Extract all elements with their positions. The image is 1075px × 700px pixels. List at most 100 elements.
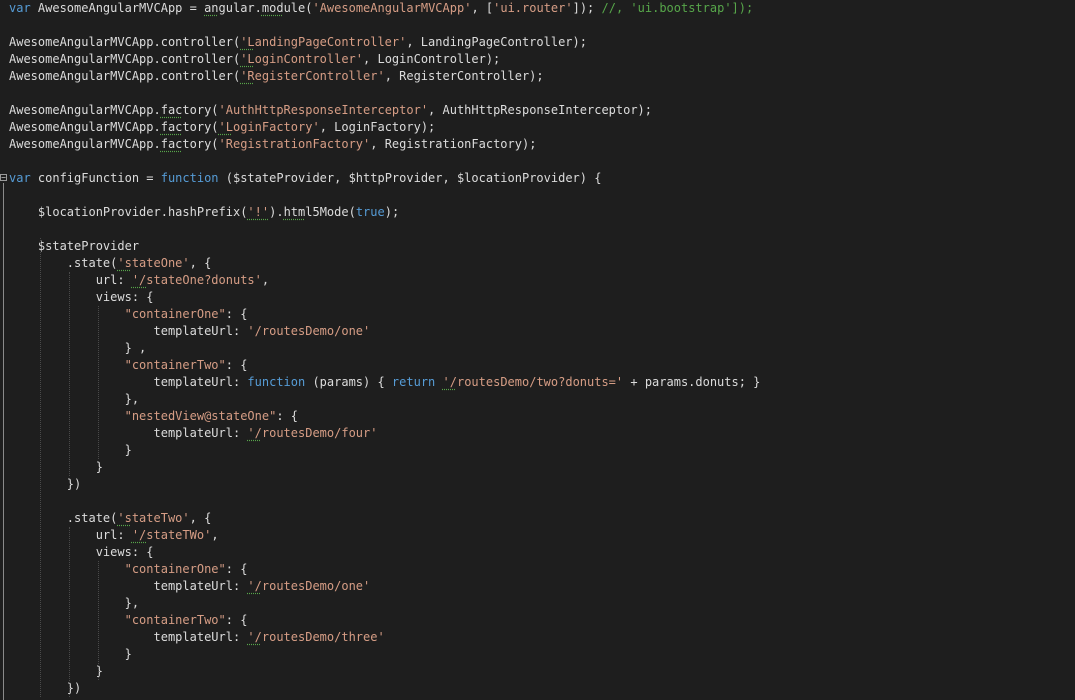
code-text: AwesomeAngularMVCApp.controller( — [9, 35, 241, 49]
code-line[interactable]: .state('stateTwo', { — [9, 510, 1075, 527]
code-text: AwesomeAngularMVCApp.controller( — [9, 69, 241, 83]
code-text: AwesomeAngularMVCApp.controller( — [9, 52, 241, 66]
code-line[interactable]: } — [9, 646, 1075, 663]
code-area[interactable]: var AwesomeAngularMVCApp = angular.modul… — [9, 0, 1075, 700]
code-text: views: { — [9, 545, 154, 559]
code-text: fac — [160, 120, 183, 134]
code-text: tory( — [182, 137, 219, 151]
string-token: '/ — [442, 375, 457, 389]
code-text: AwesomeAngularMVCApp. — [9, 103, 161, 117]
code-line[interactable]: "containerOne": { — [9, 561, 1075, 578]
code-text: configFunction = — [30, 171, 161, 185]
code-line[interactable] — [9, 493, 1075, 510]
code-line[interactable]: AwesomeAngularMVCApp.factory('AuthHttpRe… — [9, 102, 1075, 119]
code-line[interactable]: views: { — [9, 544, 1075, 561]
code-line[interactable]: templateUrl: '/routesDemo/three' — [9, 629, 1075, 646]
code-line[interactable]: AwesomeAngularMVCApp.controller('Landing… — [9, 34, 1075, 51]
code-text: templateUrl: — [9, 375, 248, 389]
code-text: htm — [283, 205, 306, 219]
collapse-icon[interactable]: − — [0, 174, 7, 182]
code-line[interactable]: var configFunction = function ($statePro… — [9, 170, 1075, 187]
code-line[interactable] — [9, 221, 1075, 238]
code-line[interactable]: AwesomeAngularMVCApp.factory('Registrati… — [9, 136, 1075, 153]
keyword-token: function — [247, 375, 306, 389]
code-line[interactable]: AwesomeAngularMVCApp.factory('LoginFacto… — [9, 119, 1075, 136]
code-text: ($stateProvider, $httpProvider, $locatio… — [218, 171, 602, 185]
code-text: }, — [9, 596, 140, 610]
code-text: AwesomeAngularMVCApp. — [9, 137, 161, 151]
string-token: andingPageController' — [254, 35, 407, 49]
string-token: routesDemo/one' — [261, 579, 371, 593]
code-text: } — [9, 664, 103, 678]
keyword-token: var — [9, 171, 31, 185]
string-token: 'L — [240, 35, 255, 49]
code-line[interactable]: } — [9, 459, 1075, 476]
code-line[interactable]: "containerTwo": { — [9, 357, 1075, 374]
string-token: oginController' — [254, 52, 364, 66]
code-editor[interactable]: − var AwesomeAngularMVCApp = angular.mod… — [0, 0, 1075, 700]
code-line[interactable] — [9, 153, 1075, 170]
code-line[interactable]: "containerOne": { — [9, 306, 1075, 323]
string-token: '/ — [131, 528, 147, 542]
keyword-token: var — [9, 1, 31, 15]
code-text: : { — [225, 358, 248, 372]
code-line[interactable]: }, — [9, 595, 1075, 612]
code-line[interactable]: "containerTwo": { — [9, 612, 1075, 629]
code-text: , RegistrationFactory); — [370, 137, 537, 151]
code-text: (params) { — [305, 375, 392, 389]
string-token: tateOne' — [131, 256, 190, 270]
code-line[interactable]: .state('stateOne', { — [9, 255, 1075, 272]
code-line[interactable]: "nestedView@stateOne": { — [9, 408, 1075, 425]
code-text: views: { — [9, 290, 154, 304]
code-text: , { — [189, 256, 212, 270]
code-line[interactable]: }, — [9, 391, 1075, 408]
string-token: '/ — [131, 273, 147, 287]
indent-guide — [97, 561, 99, 680]
code-text: ule( — [283, 1, 313, 15]
string-token: 'AuthHttpResponseInterceptor' — [218, 103, 429, 117]
code-text: : { — [276, 409, 298, 423]
code-text: : { — [225, 613, 248, 627]
code-text: url: — [9, 273, 132, 287]
code-line[interactable]: templateUrl: '/routesDemo/four' — [9, 425, 1075, 442]
code-line[interactable]: url: '/stateTWo', — [9, 527, 1075, 544]
string-token: tateTwo' — [131, 511, 190, 525]
string-token: 's — [117, 511, 132, 525]
string-token: '/routesDemo/one' — [247, 324, 371, 338]
code-line[interactable]: }) — [9, 680, 1075, 697]
code-line[interactable]: } — [9, 442, 1075, 459]
code-line[interactable]: } — [9, 663, 1075, 680]
code-line[interactable]: AwesomeAngularMVCApp.controller('LoginCo… — [9, 51, 1075, 68]
code-line[interactable] — [9, 17, 1075, 34]
code-text: url: — [9, 528, 132, 542]
code-line[interactable]: $stateProvider — [9, 238, 1075, 255]
string-token: stateOne?donuts' — [146, 273, 262, 287]
indent-guide — [68, 272, 70, 476]
fold-guide-line — [3, 183, 4, 700]
code-line[interactable] — [9, 85, 1075, 102]
code-line[interactable]: }) — [9, 476, 1075, 493]
string-token: 'L — [218, 120, 233, 134]
code-line[interactable]: templateUrl: function (params) { return … — [9, 374, 1075, 391]
code-line[interactable]: $locationProvider.hashPrefix('!').html5M… — [9, 204, 1075, 221]
code-text: mod — [261, 1, 284, 15]
code-line[interactable]: var AwesomeAngularMVCApp = angular.modul… — [9, 0, 1075, 17]
code-line[interactable]: views: { — [9, 289, 1075, 306]
code-line[interactable]: url: '/stateOne?donuts', — [9, 272, 1075, 289]
string-token: routesDemo/three' — [261, 630, 385, 644]
code-line[interactable]: templateUrl: '/routesDemo/one' — [9, 578, 1075, 595]
code-line[interactable]: templateUrl: '/routesDemo/one' — [9, 323, 1075, 340]
string-token: '/ — [247, 426, 262, 440]
code-line[interactable]: AwesomeAngularMVCApp.controller('Registe… — [9, 68, 1075, 85]
code-text: l5Mode( — [305, 205, 356, 219]
code-text: : { — [225, 562, 248, 576]
code-line[interactable] — [9, 187, 1075, 204]
string-token: egisterController' — [254, 69, 385, 83]
code-text: .state( — [9, 256, 118, 270]
code-line[interactable]: } , — [9, 340, 1075, 357]
string-token: '!' — [247, 205, 270, 219]
string-token: 'L — [240, 52, 255, 66]
indent-guide — [39, 238, 41, 697]
